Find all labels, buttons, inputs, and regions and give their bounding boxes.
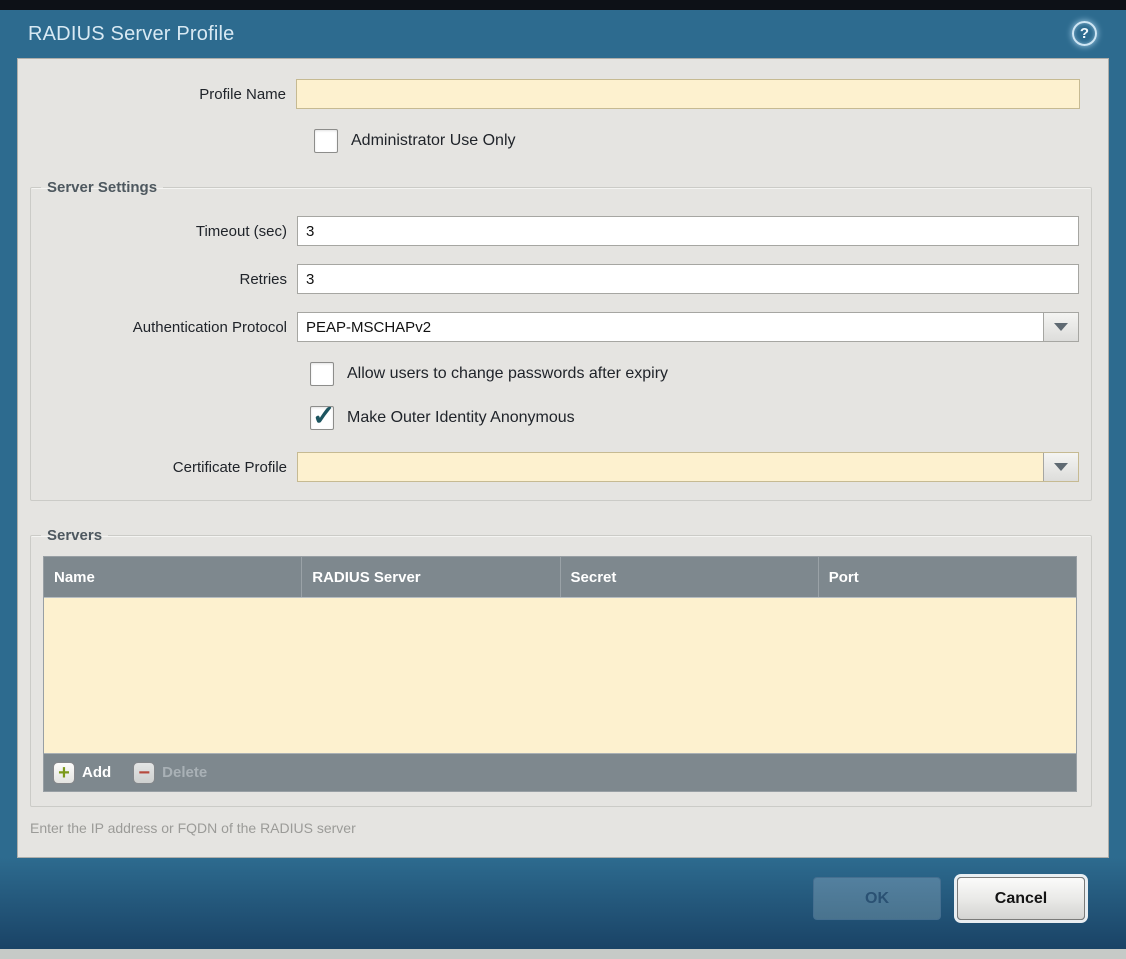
dialog-body-panel: Profile Name Administrator Use Only Serv… (17, 58, 1109, 858)
servers-fieldset: Servers Name RADIUS Server Secret Port +… (30, 527, 1092, 807)
dialog-titlebar: RADIUS Server Profile ? (17, 10, 1109, 58)
server-settings-legend: Server Settings (41, 179, 163, 196)
column-header-radius-server[interactable]: RADIUS Server (301, 557, 559, 597)
servers-table-toolbar: + Add − Delete (44, 753, 1076, 791)
delete-icon: − (133, 762, 155, 784)
servers-legend: Servers (41, 527, 108, 544)
admin-use-only-checkbox[interactable] (314, 129, 338, 153)
outer-identity-checkbox[interactable] (310, 406, 334, 430)
retries-label: Retries (31, 271, 297, 288)
server-settings-fieldset: Server Settings Timeout (sec) Retries Au… (30, 179, 1092, 501)
retries-input[interactable] (297, 264, 1079, 294)
auth-protocol-select[interactable]: PEAP-MSCHAPv2 (297, 312, 1079, 342)
add-button-label: Add (82, 764, 111, 781)
servers-table-body (44, 597, 1076, 753)
certificate-profile-dropdown-button[interactable] (1043, 453, 1078, 481)
delete-button[interactable]: − Delete (133, 762, 207, 784)
letterbox-bottom (0, 949, 1126, 959)
auth-protocol-label: Authentication Protocol (31, 319, 297, 336)
auth-protocol-dropdown-button[interactable] (1043, 313, 1078, 341)
chevron-down-icon (1054, 463, 1068, 471)
timeout-input[interactable] (297, 216, 1079, 246)
servers-table: Name RADIUS Server Secret Port + Add − D… (43, 556, 1077, 792)
profile-name-label: Profile Name (18, 86, 296, 103)
certificate-profile-label: Certificate Profile (31, 459, 297, 476)
servers-table-header: Name RADIUS Server Secret Port (44, 557, 1076, 597)
dialog-footer: OK Cancel (0, 858, 1126, 949)
auth-protocol-row: Authentication Protocol PEAP-MSCHAPv2 (31, 312, 1079, 342)
timeout-label: Timeout (sec) (31, 223, 297, 240)
profile-name-input[interactable] (296, 79, 1080, 109)
outer-identity-label: Make Outer Identity Anonymous (347, 409, 575, 427)
certificate-profile-select[interactable] (297, 452, 1079, 482)
auth-protocol-value[interactable]: PEAP-MSCHAPv2 (298, 313, 1043, 341)
add-icon: + (53, 762, 75, 784)
dialog-title: RADIUS Server Profile (17, 23, 234, 46)
column-header-name[interactable]: Name (44, 557, 301, 597)
column-header-secret[interactable]: Secret (560, 557, 818, 597)
certificate-profile-value[interactable] (298, 453, 1043, 481)
profile-name-row: Profile Name (18, 79, 1080, 109)
column-header-port[interactable]: Port (818, 557, 1076, 597)
chevron-down-icon (1054, 323, 1068, 331)
certificate-profile-row: Certificate Profile (31, 452, 1079, 482)
timeout-row: Timeout (sec) (31, 216, 1079, 246)
retries-row: Retries (31, 264, 1079, 294)
allow-password-change-row: Allow users to change passwords after ex… (310, 362, 1079, 386)
help-icon[interactable]: ? (1072, 21, 1097, 46)
servers-hint-text: Enter the IP address or FQDN of the RADI… (30, 820, 1092, 836)
allow-password-change-checkbox[interactable] (310, 362, 334, 386)
admin-use-only-row: Administrator Use Only (314, 129, 1108, 153)
outer-identity-row: Make Outer Identity Anonymous (310, 406, 1079, 430)
delete-button-label: Delete (162, 764, 207, 781)
admin-use-only-label: Administrator Use Only (351, 132, 516, 150)
allow-password-change-label: Allow users to change passwords after ex… (347, 365, 668, 383)
ok-button[interactable]: OK (813, 877, 941, 920)
letterbox-top (0, 0, 1126, 10)
add-button[interactable]: + Add (53, 762, 111, 784)
cancel-button[interactable]: Cancel (957, 877, 1085, 920)
radius-server-profile-dialog: RADIUS Server Profile ? Profile Name Adm… (0, 10, 1126, 949)
